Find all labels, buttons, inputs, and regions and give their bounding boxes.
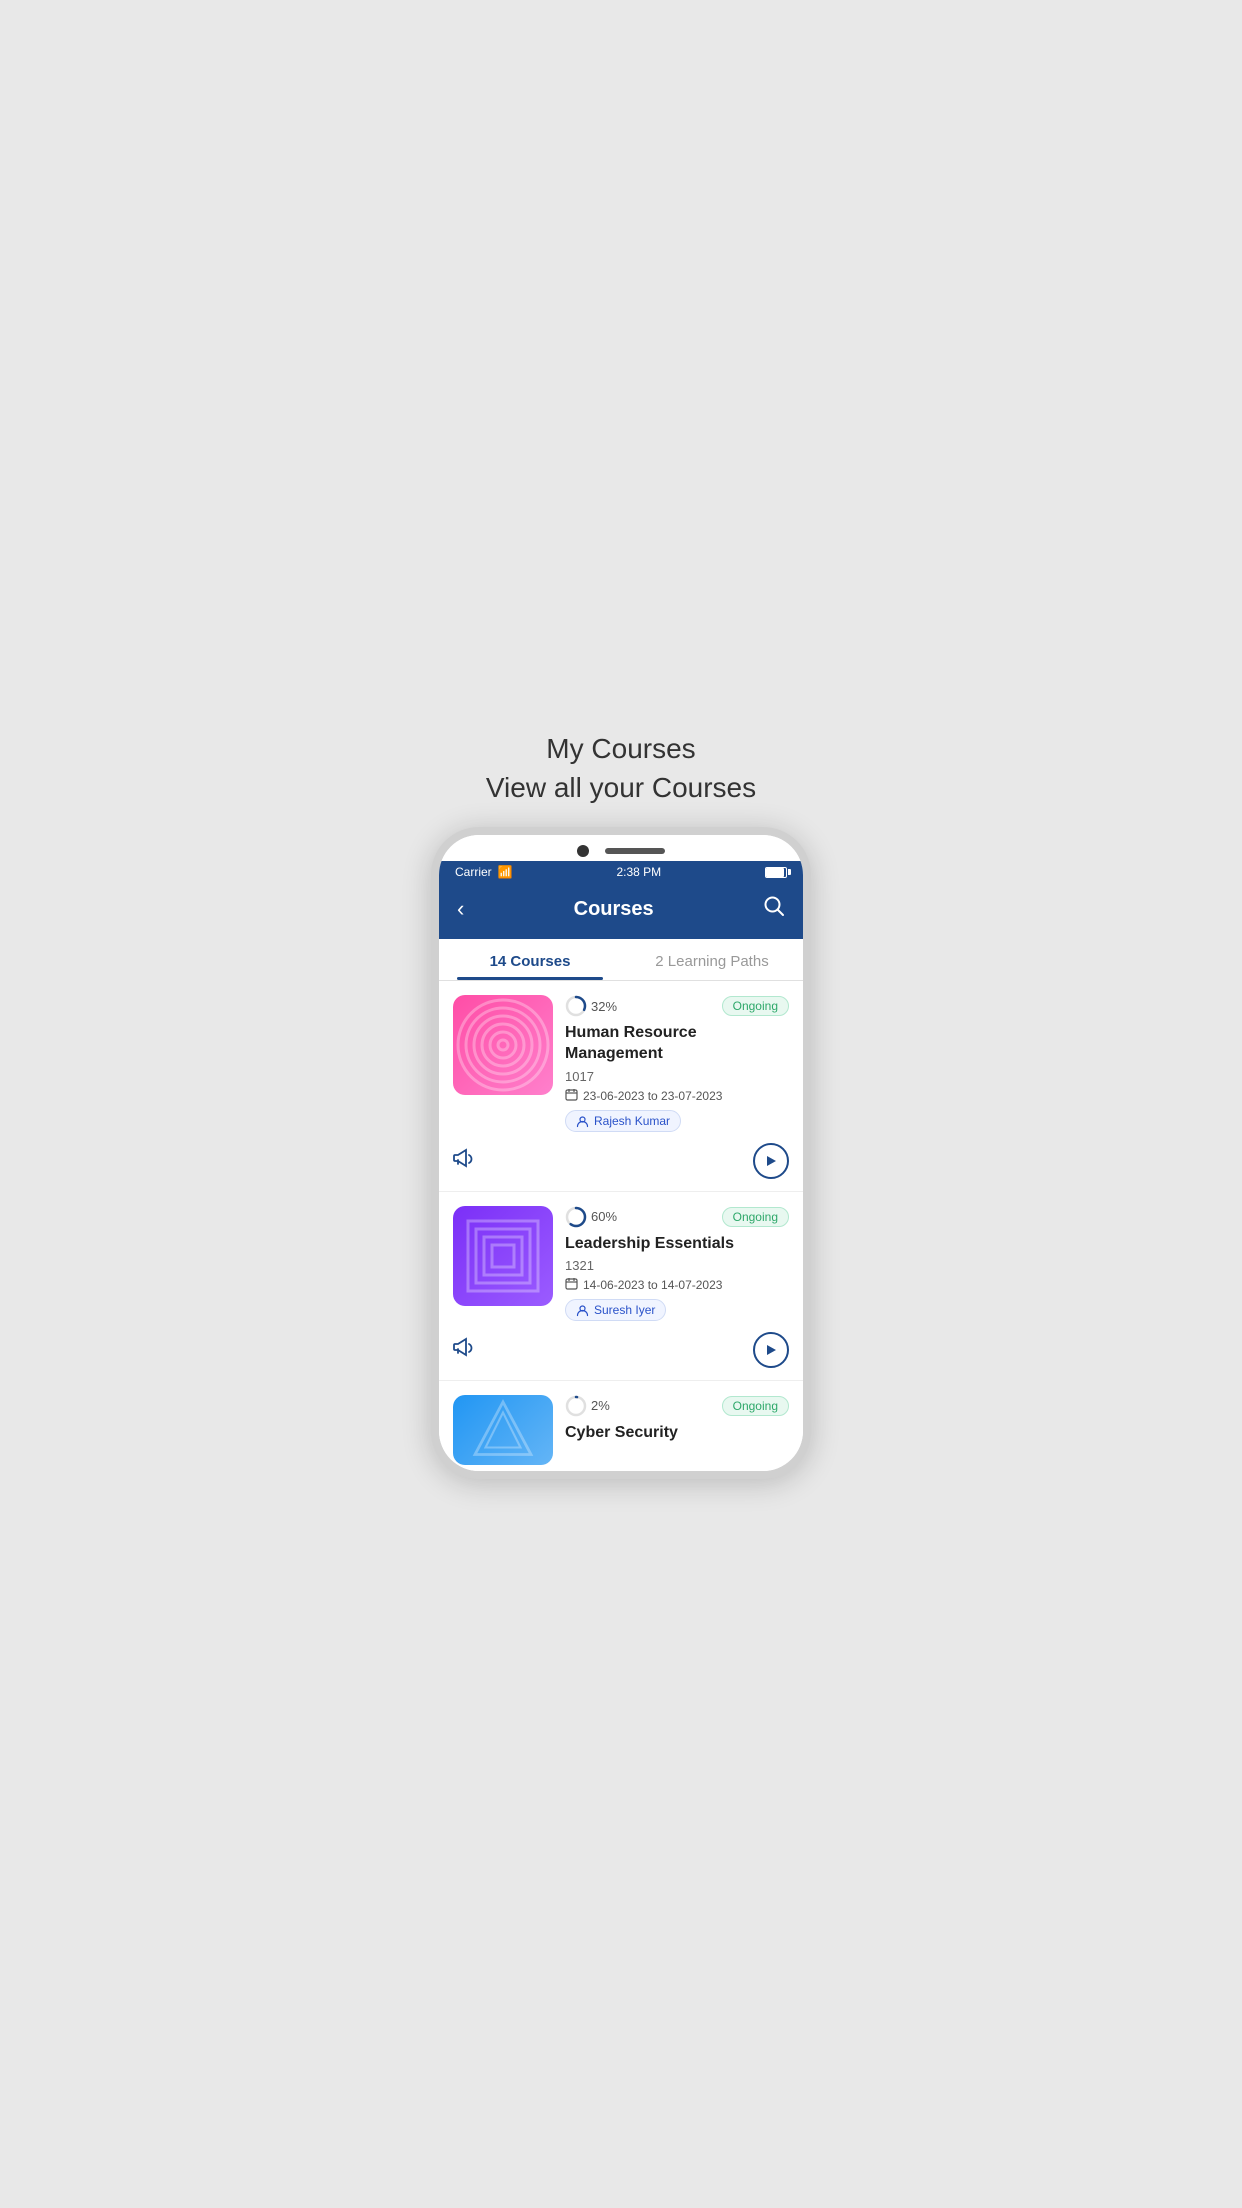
course-info-cyber: 2% Ongoing Cyber Security xyxy=(565,1395,789,1448)
status-time: 2:38 PM xyxy=(616,865,661,879)
course-card-top-cyber: 2% Ongoing Cyber Security xyxy=(453,1395,789,1465)
nav-header: ‹ Courses xyxy=(439,883,803,939)
course-top-row: 32% Ongoing xyxy=(565,995,789,1017)
course-title-leadership: Leadership Essentials xyxy=(565,1234,789,1255)
status-badge-hrm: Ongoing xyxy=(722,996,789,1016)
course-top-row-cyber: 2% Ongoing xyxy=(565,1395,789,1417)
nav-title: Courses xyxy=(574,898,654,921)
instructor-name-leadership: Suresh Iyer xyxy=(594,1303,655,1317)
battery-icon xyxy=(765,867,787,878)
speaker-bar xyxy=(605,848,665,854)
status-bar: Carrier 📶 2:38 PM xyxy=(439,861,803,883)
play-button-hrm[interactable] xyxy=(753,1143,789,1179)
wifi-icon: 📶 xyxy=(498,865,513,879)
course-thumbnail-hrm xyxy=(453,995,553,1095)
progress-badge-hrm: 32% xyxy=(565,995,617,1017)
course-thumbnail-leadership xyxy=(453,1206,553,1306)
calendar-icon-leadership xyxy=(565,1277,578,1293)
instructor-badge-hrm: Rajesh Kumar xyxy=(565,1110,681,1132)
progress-text-hrm: 32% xyxy=(591,999,617,1014)
course-title-hrm: Human Resource Management xyxy=(565,1023,789,1065)
progress-text-leadership: 60% xyxy=(591,1209,617,1224)
course-thumbnail-cyber xyxy=(453,1395,553,1465)
course-info-leadership: 60% Ongoing Leadership Essentials 1321 xyxy=(565,1206,789,1322)
course-item-hrm: 32% Ongoing Human Resource Management 10… xyxy=(439,981,803,1191)
status-left: Carrier 📶 xyxy=(455,865,513,879)
tab-learning-paths[interactable]: 2 Learning Paths xyxy=(621,939,803,980)
date-text-hrm: 23-06-2023 to 23-07-2023 xyxy=(583,1089,722,1103)
tabs-row: 14 Courses 2 Learning Paths xyxy=(439,939,803,981)
phone-notch xyxy=(439,835,803,861)
date-text-leadership: 14-06-2023 to 14-07-2023 xyxy=(583,1278,722,1292)
course-id-leadership: 1321 xyxy=(565,1258,789,1273)
app-content: 14 Courses 2 Learning Paths xyxy=(439,939,803,1470)
instructor-name-hrm: Rajesh Kumar xyxy=(594,1114,670,1128)
page-wrapper: My Courses View all your Courses Carrier… xyxy=(414,729,828,1479)
course-date-leadership: 14-06-2023 to 14-07-2023 xyxy=(565,1277,789,1293)
page-title: My Courses View all your Courses xyxy=(486,729,756,807)
course-date-hrm: 23-06-2023 to 23-07-2023 xyxy=(565,1088,789,1104)
progress-badge-leadership: 60% xyxy=(565,1206,617,1228)
camera-dot xyxy=(577,845,589,857)
course-item-leadership: 60% Ongoing Leadership Essentials 1321 xyxy=(439,1192,803,1381)
play-button-leadership[interactable] xyxy=(753,1332,789,1368)
instructor-badge-leadership: Suresh Iyer xyxy=(565,1299,666,1321)
calendar-icon-hrm xyxy=(565,1088,578,1104)
progress-badge-cyber: 2% xyxy=(565,1395,610,1417)
course-list: 32% Ongoing Human Resource Management 10… xyxy=(439,981,803,1470)
tab-courses[interactable]: 14 Courses xyxy=(439,939,621,980)
course-card-top-leadership: 60% Ongoing Leadership Essentials 1321 xyxy=(453,1206,789,1322)
search-icon[interactable] xyxy=(763,895,785,923)
status-badge-cyber: Ongoing xyxy=(722,1396,789,1416)
progress-text-cyber: 2% xyxy=(591,1398,610,1413)
course-card-top: 32% Ongoing Human Resource Management 10… xyxy=(453,995,789,1132)
course-id-hrm: 1017 xyxy=(565,1069,789,1084)
course-info-hrm: 32% Ongoing Human Resource Management 10… xyxy=(565,995,789,1132)
back-button[interactable]: ‹ xyxy=(457,896,464,922)
course-actions-hrm xyxy=(453,1133,789,1191)
course-top-row-leadership: 60% Ongoing xyxy=(565,1206,789,1228)
battery-fill xyxy=(766,868,784,877)
announce-icon-leadership[interactable] xyxy=(453,1337,475,1363)
course-title-cyber: Cyber Security xyxy=(565,1423,789,1444)
course-item-cyber: 2% Ongoing Cyber Security xyxy=(439,1381,803,1471)
announce-icon-hrm[interactable] xyxy=(453,1148,475,1174)
course-actions-leadership xyxy=(453,1322,789,1380)
carrier-label: Carrier xyxy=(455,865,492,879)
phone-frame: Carrier 📶 2:38 PM ‹ Courses 14 Courses 2… xyxy=(431,827,811,1478)
status-badge-leadership: Ongoing xyxy=(722,1207,789,1227)
page-title-block: My Courses View all your Courses xyxy=(486,729,756,807)
